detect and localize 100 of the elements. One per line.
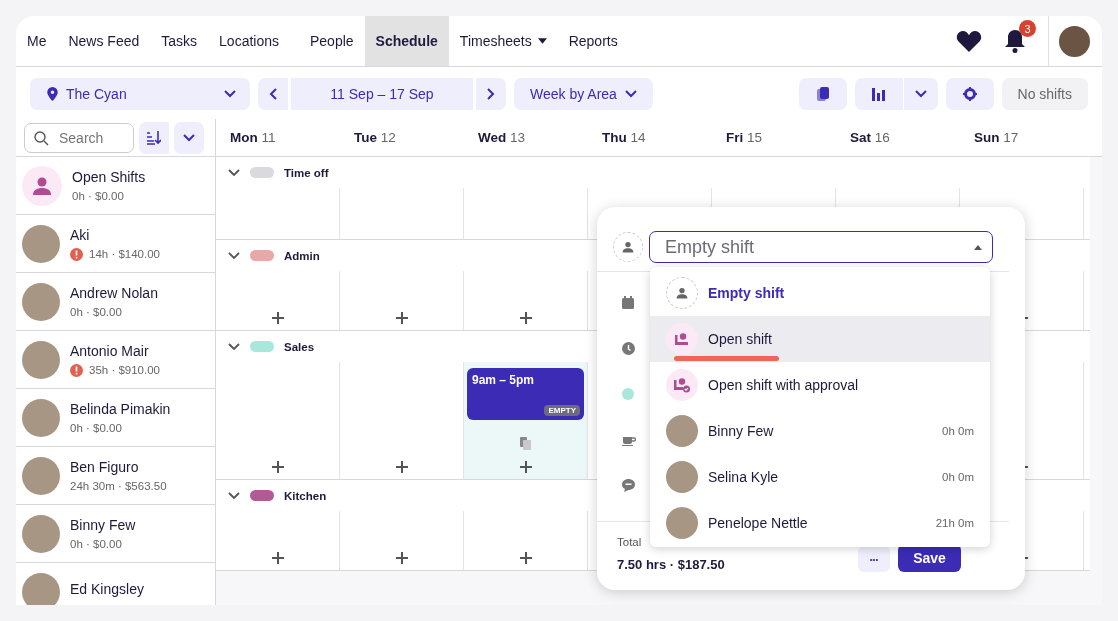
area-name: Sales <box>284 340 315 353</box>
avatar[interactable] <box>1059 25 1090 57</box>
staff-summary: 35h · $910.00 <box>89 364 160 376</box>
stats-button[interactable] <box>854 78 903 110</box>
chevron-down-icon <box>183 133 195 142</box>
chevron-down-icon[interactable] <box>228 251 240 260</box>
assignee-option[interactable]: Open shift <box>650 316 990 362</box>
settings-icon <box>962 87 977 101</box>
heart-icon[interactable] <box>956 30 982 52</box>
add-icon[interactable] <box>395 552 408 564</box>
area-name: Kitchen <box>284 489 327 502</box>
no-shifts-button[interactable]: No shifts <box>1001 78 1088 110</box>
add-icon[interactable] <box>519 461 532 473</box>
day-header: Sun 17 <box>973 130 1020 145</box>
search-field[interactable]: Search <box>24 122 134 153</box>
avatar <box>22 282 60 321</box>
staff-name: Ed Kingsley <box>70 581 144 597</box>
person-icon <box>676 287 688 299</box>
area-name: Admin <box>284 249 320 262</box>
more-button[interactable]: ••• <box>858 546 890 572</box>
staff-name: Antonio Mair <box>70 342 150 359</box>
avatar <box>22 572 60 605</box>
hours-text: 0h 0m <box>942 471 974 483</box>
assignee-option[interactable]: Penelope Nettle 21h 0m <box>650 500 990 546</box>
chat-icon <box>622 479 635 492</box>
staff-name: Aki <box>70 226 91 243</box>
assignee-option[interactable]: Open shift with approval <box>650 362 990 408</box>
copy-icon <box>816 87 829 101</box>
option-label: Open shift with approval <box>708 377 860 393</box>
option-label: Open shift <box>708 331 773 347</box>
nav-tab[interactable]: People <box>290 16 365 66</box>
nav-tab[interactable]: Timesheets <box>448 16 558 66</box>
notification-count: 3 <box>1019 20 1036 37</box>
settings-button[interactable] <box>945 78 994 110</box>
staff-summary: 14h · $140.00 <box>89 248 160 260</box>
nav-tab[interactable]: Reports <box>557 16 629 66</box>
avatar <box>22 514 60 553</box>
assignee-select[interactable]: Empty shift <box>649 231 993 263</box>
staff-summary: 24h 30m · $563.50 <box>70 480 167 492</box>
assignee-option[interactable]: Binny Few 0h 0m <box>650 408 990 454</box>
chevron-down-icon[interactable] <box>228 491 240 500</box>
add-icon[interactable] <box>519 312 532 324</box>
area-color-dot <box>622 388 634 400</box>
option-label: Binny Few <box>708 423 775 439</box>
nav-tab[interactable]: Me <box>16 16 58 66</box>
assignee-option[interactable]: Selina Kyle 0h 0m <box>650 454 990 500</box>
avatar <box>22 456 60 495</box>
calendar-icon <box>622 296 634 309</box>
nav-tab[interactable]: News Feed <box>57 16 151 66</box>
hours-text: 21h 0m <box>935 517 974 529</box>
pin-icon <box>47 87 58 101</box>
shift-block[interactable]: 9am – 5pm EMPTY <box>467 368 584 420</box>
assignee-option[interactable]: Empty shift <box>650 270 990 316</box>
day-header: Tue 12 <box>353 130 397 145</box>
chevron-down-icon[interactable] <box>228 342 240 351</box>
staff-name: Open Shifts <box>72 169 146 185</box>
staff-summary: 0h · $0.00 <box>70 538 122 550</box>
nav-tab[interactable]: Schedule <box>364 16 449 66</box>
staff-summary: 0h · $0.00 <box>70 422 122 434</box>
avatar <box>22 398 60 437</box>
add-icon[interactable] <box>395 461 408 473</box>
add-icon[interactable] <box>271 552 284 564</box>
chevron-right-icon <box>487 88 495 100</box>
add-icon[interactable] <box>519 552 532 564</box>
caret-icon <box>537 38 547 44</box>
bell-icon[interactable] <box>1004 28 1026 54</box>
staff-name: Belinda Pimakin <box>70 401 171 417</box>
person-icon <box>622 241 634 253</box>
day-header: Thu 14 <box>601 130 647 145</box>
chevron-down-icon <box>914 90 927 98</box>
staff-name: Binny Few <box>70 517 136 533</box>
total-value: 7.50 hrs · $187.50 <box>617 557 726 572</box>
add-icon[interactable] <box>395 312 408 324</box>
view-dropdown[interactable]: Week by Area <box>514 78 653 110</box>
location-dropdown[interactable]: The Cyan <box>30 78 250 110</box>
date-range-button[interactable]: 11 Sep – 17 Sep <box>291 78 473 110</box>
copy-button[interactable] <box>798 78 847 110</box>
stats-dropdown-button[interactable] <box>903 78 938 110</box>
person-icon <box>32 175 52 196</box>
chevron-down-icon[interactable] <box>228 168 240 177</box>
previous-button[interactable] <box>258 78 288 110</box>
avatar <box>666 461 698 493</box>
chevron-down-icon <box>624 90 637 98</box>
staff-summary: 0h · $0.00 <box>72 190 124 202</box>
add-icon[interactable] <box>271 312 284 324</box>
avatar <box>666 507 698 539</box>
shift-time: 9am – 5pm <box>472 373 535 387</box>
staff-summary: 0h · $0.00 <box>70 306 122 318</box>
paste-icon[interactable] <box>520 437 531 450</box>
clock-icon <box>622 342 635 355</box>
sort-dropdown-button[interactable] <box>174 121 204 154</box>
next-button[interactable] <box>476 78 506 110</box>
empty-badge: EMPTY <box>544 405 580 416</box>
add-icon[interactable] <box>271 461 284 473</box>
nav-tab[interactable]: Tasks <box>150 16 209 66</box>
staff-name: Andrew Nolan <box>70 285 158 301</box>
person-check-icon <box>674 377 690 393</box>
nav-tab[interactable]: Locations <box>208 16 290 66</box>
avatar <box>22 224 60 263</box>
sort-button[interactable] <box>139 121 169 154</box>
